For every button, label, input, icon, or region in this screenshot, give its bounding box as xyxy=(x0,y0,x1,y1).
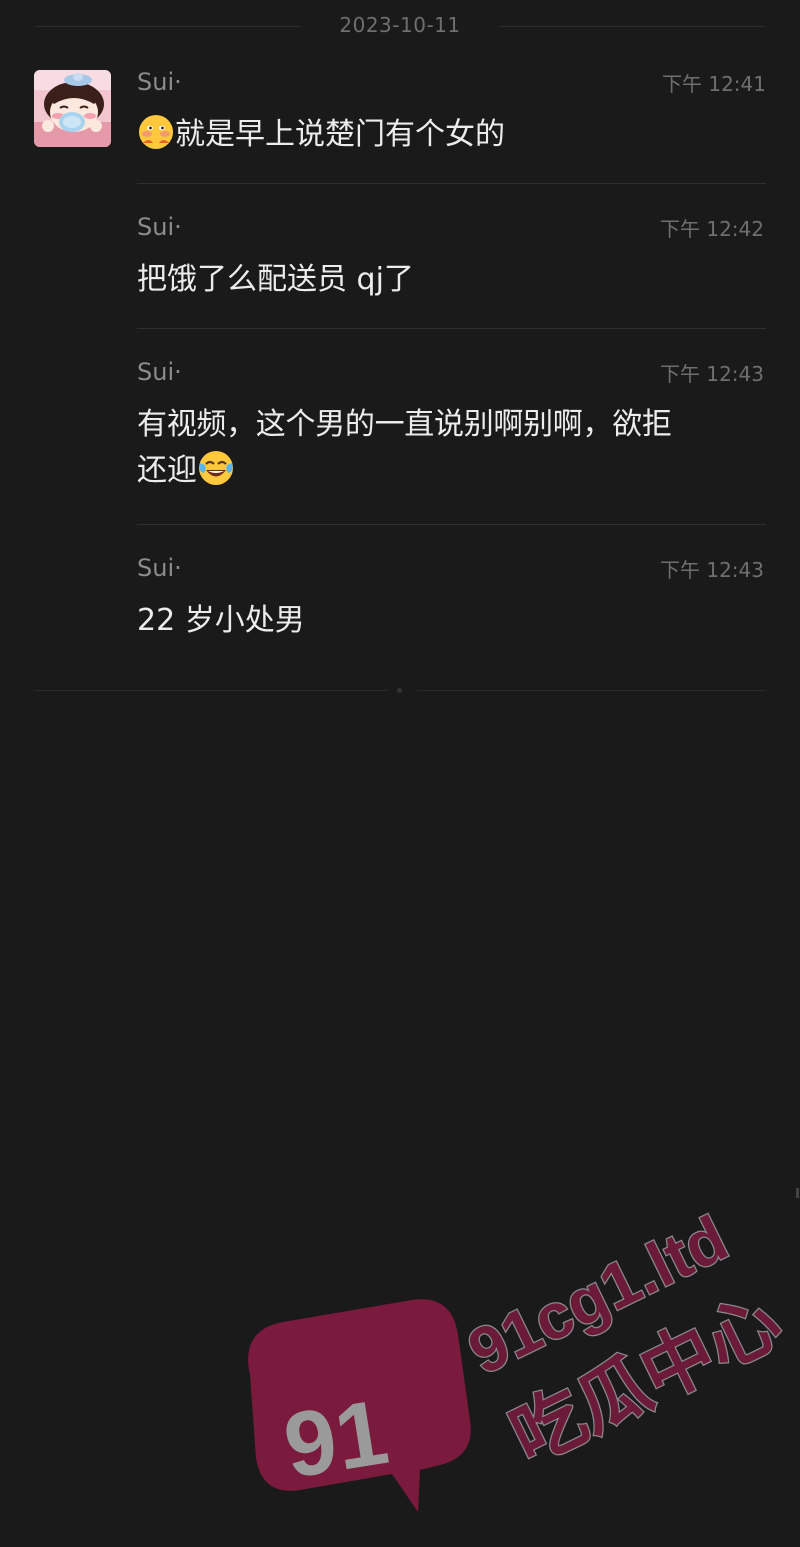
message-item[interactable]: Sui· 下午 12:43 22 岁小处男 xyxy=(137,554,766,654)
sender-name[interactable]: Sui· xyxy=(137,68,182,96)
divider-line-left xyxy=(34,690,389,691)
tears-of-joy-emoji xyxy=(199,451,233,485)
watermark-domain: 91cg1.ltd xyxy=(457,1202,738,1388)
blushing-hands-emoji xyxy=(139,115,173,149)
message-separator xyxy=(137,183,766,184)
avatar[interactable] xyxy=(34,70,111,147)
message-text-content: 还迎 xyxy=(137,453,197,488)
message-time: 下午 12:41 xyxy=(662,72,766,96)
divider-line-right xyxy=(417,690,766,691)
divider-dot xyxy=(397,688,402,693)
message-text: 把饿了么配送员 qj了 xyxy=(137,262,414,297)
date-divider: 2023-10-11 xyxy=(34,0,766,52)
watermark-badge: 91 xyxy=(248,1299,471,1512)
sender-name[interactable]: Sui· xyxy=(137,554,182,582)
message-text-line: 还迎 xyxy=(137,448,766,494)
message-text-content: 就是早上说楚门有个女的 xyxy=(175,117,505,152)
divider-line-right xyxy=(498,26,766,27)
message-item[interactable]: Sui· 下午 12:41 就是早上说楚门有个女的 xyxy=(137,68,766,184)
sender-name[interactable]: Sui· xyxy=(137,213,182,241)
message-time: 下午 12:43 xyxy=(660,558,764,582)
message-item[interactable]: Sui· 下午 12:42 把饿了么配送员 qj了 xyxy=(137,213,766,329)
message-time: 下午 12:42 xyxy=(660,217,764,241)
date-label: 2023-10-11 xyxy=(339,13,461,37)
list-end-divider xyxy=(34,688,766,693)
message-text: 就是早上说楚门有个女的 xyxy=(137,112,766,158)
message-text-line: 有视频，这个男的一直说别啊别啊，欲拒 xyxy=(137,407,672,442)
message-separator xyxy=(137,524,766,525)
avatar-cartoon-girl-image xyxy=(34,70,111,147)
message-separator xyxy=(137,328,766,329)
message-time: 下午 12:43 xyxy=(660,362,764,386)
watermark-slogan: 吃瓜中心 xyxy=(499,1281,793,1479)
scroll-indicator xyxy=(796,1188,799,1198)
message-item[interactable]: Sui· 下午 12:43 有视频，这个男的一直说别啊别啊，欲拒 还迎 xyxy=(137,358,766,525)
message-text: 22 岁小处男 xyxy=(137,603,305,638)
watermark-badge-number: 91 xyxy=(278,1381,395,1498)
message-text: 有视频，这个男的一直说别啊别啊，欲拒 还迎 xyxy=(137,402,766,494)
sender-name[interactable]: Sui· xyxy=(137,358,182,386)
